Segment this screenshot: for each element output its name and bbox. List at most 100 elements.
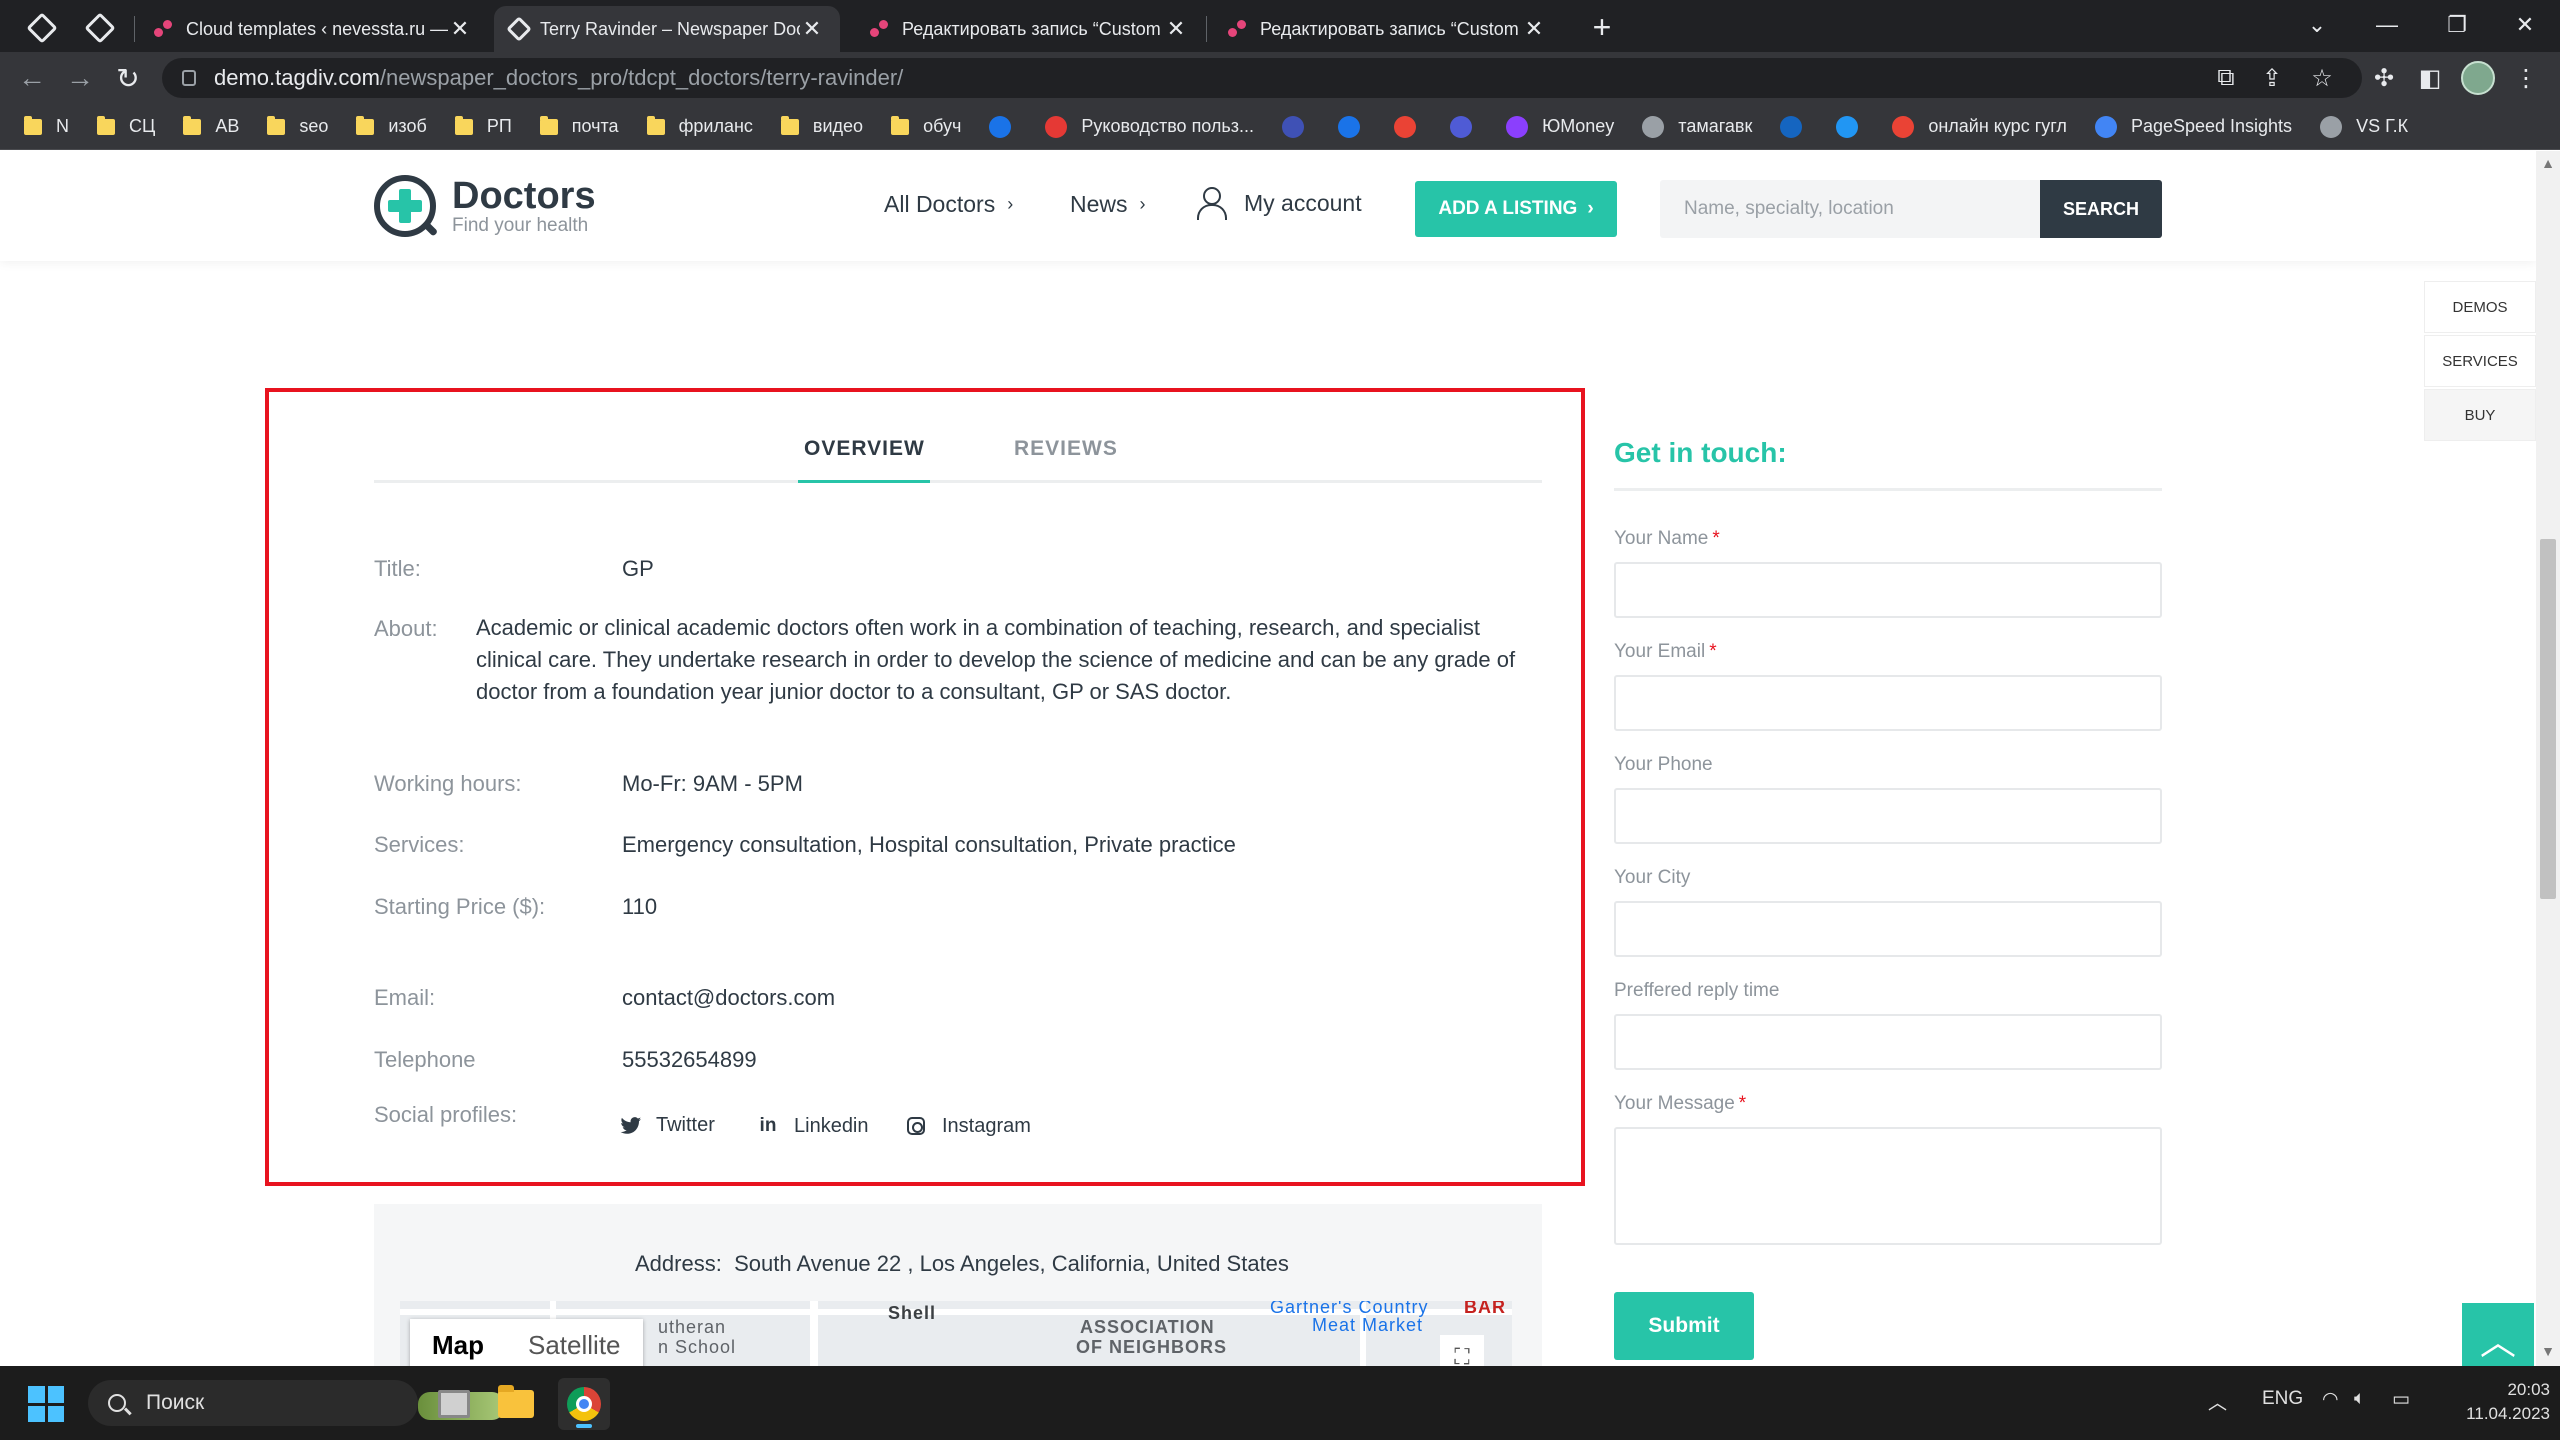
- add-listing-button[interactable]: ADD A LISTING ›: [1415, 181, 1617, 237]
- new-tab-button[interactable]: +: [1582, 8, 1622, 48]
- search-input[interactable]: [1660, 180, 2040, 238]
- tab-close-icon[interactable]: ✕: [1522, 16, 1546, 42]
- tab-close-icon[interactable]: ✕: [800, 16, 824, 42]
- city-field[interactable]: [1614, 901, 2162, 957]
- wifi-icon[interactable]: ◠: [2322, 1388, 2339, 1411]
- profile-avatar[interactable]: [2458, 60, 2498, 96]
- browser-tab-1[interactable]: Cloud templates ‹ nevessta.ru — ✕: [136, 6, 488, 52]
- site-logo[interactable]: Doctors Find your health: [374, 175, 596, 237]
- bookmark-item[interactable]: [1338, 115, 1374, 138]
- restore-icon[interactable]: ❐: [2422, 0, 2492, 50]
- map-fullscreen-icon[interactable]: ⛶: [1440, 1335, 1484, 1366]
- bookmark-item[interactable]: [1836, 115, 1872, 138]
- bookmark-item[interactable]: PageSpeed Insights: [2094, 115, 2292, 138]
- address-bar[interactable]: demo.tagdiv.com/newspaper_doctors_pro/td…: [162, 58, 2362, 98]
- reply-time-field[interactable]: [1614, 1014, 2162, 1070]
- browser-tab-2[interactable]: Terry Ravinder – Newspaper Doct ✕: [494, 6, 840, 52]
- bookmark-item[interactable]: видео: [780, 115, 863, 137]
- map-view-button[interactable]: Map: [410, 1319, 506, 1366]
- windows-start-icon[interactable]: [28, 1386, 64, 1422]
- phone-field-label: Your Phone: [1614, 754, 1713, 775]
- share-icon[interactable]: ⇪: [2254, 60, 2290, 96]
- back-to-top-icon[interactable]: ︿: [2462, 1303, 2534, 1366]
- price-label: Starting Price ($):: [374, 894, 546, 919]
- menu-kebab-icon[interactable]: ⋮: [2506, 60, 2546, 96]
- close-window-icon[interactable]: ✕: [2490, 0, 2560, 50]
- system-clock[interactable]: 20:03 11.04.2023: [2440, 1378, 2550, 1426]
- bookmark-item[interactable]: фриланс: [646, 115, 753, 137]
- page-scrollbar[interactable]: ▲ ▼: [2536, 151, 2560, 1366]
- tab-reviews[interactable]: REVIEWS: [1014, 437, 1118, 461]
- name-field[interactable]: [1614, 562, 2162, 618]
- services-value: Emergency consultation, Hospital consult…: [622, 832, 1236, 857]
- email-field[interactable]: [1614, 675, 2162, 731]
- pinned-tab-1[interactable]: [14, 8, 70, 48]
- chrome-taskbar-button[interactable]: [558, 1378, 610, 1430]
- nav-label: News: [1070, 191, 1128, 217]
- bookmark-item[interactable]: VS Г.К: [2320, 115, 2408, 138]
- extensions-icon[interactable]: ✣: [2364, 60, 2404, 96]
- bookmark-item[interactable]: Руководство польз...: [1045, 115, 1254, 138]
- side-panel-icon[interactable]: ◧: [2410, 60, 2450, 96]
- browser-tab-3[interactable]: Редактировать запись “Custom ✕: [852, 6, 1204, 52]
- tab-close-icon[interactable]: ✕: [1164, 16, 1188, 42]
- forward-arrow-icon[interactable]: →: [60, 60, 100, 96]
- tab-search-icon[interactable]: ⌄: [2282, 0, 2352, 50]
- search-button[interactable]: SEARCH: [2040, 180, 2162, 238]
- site-favicon-icon: [1642, 115, 1665, 138]
- bookmark-item[interactable]: АВ: [183, 115, 239, 137]
- bookmark-item[interactable]: [989, 115, 1025, 138]
- pinned-tab-2[interactable]: [72, 8, 128, 48]
- avatar: [2461, 61, 2495, 95]
- bookmark-item[interactable]: РП: [454, 115, 512, 137]
- satellite-view-button[interactable]: Satellite: [506, 1319, 643, 1366]
- tray-chevron-up-icon[interactable]: ︿: [2208, 1388, 2227, 1415]
- bookmark-item[interactable]: seo: [267, 115, 328, 137]
- file-explorer-button[interactable]: [490, 1378, 542, 1430]
- taskbar-search[interactable]: Поиск: [88, 1380, 504, 1426]
- folder-icon: [780, 115, 799, 135]
- bookmark-item[interactable]: онлайн курс гугл: [1892, 115, 2067, 138]
- social-linkedin-link[interactable]: in Linkedin: [756, 1114, 869, 1138]
- taskbar-search-label: Поиск: [146, 1391, 205, 1414]
- scroll-down-icon[interactable]: ▼: [2536, 1343, 2560, 1363]
- bookmark-item[interactable]: [1282, 115, 1318, 138]
- scroll-thumb[interactable]: [2540, 539, 2556, 899]
- battery-icon[interactable]: ▭: [2392, 1388, 2410, 1411]
- nav-news[interactable]: News ›: [1070, 191, 1146, 218]
- side-buy-button[interactable]: BUY: [2424, 389, 2536, 441]
- side-services-button[interactable]: SERVICES: [2424, 335, 2536, 387]
- bookmark-item[interactable]: [1450, 115, 1486, 138]
- bookmark-item[interactable]: изоб: [356, 115, 427, 137]
- minimize-icon[interactable]: —: [2352, 0, 2422, 50]
- bookmark-item[interactable]: [1780, 115, 1816, 138]
- bookmark-item[interactable]: обуч: [891, 115, 961, 137]
- language-indicator[interactable]: ENG: [2262, 1388, 2303, 1410]
- social-twitter-link[interactable]: Twitter: [620, 1114, 715, 1137]
- email-value[interactable]: contact@doctors.com: [622, 985, 835, 1011]
- bookmark-item[interactable]: тамагавк: [1642, 115, 1752, 138]
- volume-icon[interactable]: 🔈︎: [2354, 1388, 2365, 1410]
- task-view-button[interactable]: [428, 1378, 480, 1430]
- phone-field[interactable]: [1614, 788, 2162, 844]
- social-instagram-link[interactable]: Instagram: [904, 1114, 1031, 1138]
- bookmark-star-icon[interactable]: ☆: [2304, 60, 2340, 96]
- nav-all-doctors[interactable]: All Doctors ›: [884, 191, 1013, 218]
- translate-icon[interactable]: ⧉: [2208, 60, 2244, 96]
- scroll-up-icon[interactable]: ▲: [2536, 155, 2560, 175]
- message-field[interactable]: [1614, 1127, 2162, 1245]
- submit-button[interactable]: Submit: [1614, 1292, 1754, 1360]
- bookmark-item[interactable]: N: [24, 115, 69, 137]
- bookmark-item[interactable]: СЦ: [97, 115, 155, 137]
- tab-close-icon[interactable]: ✕: [448, 16, 472, 42]
- back-arrow-icon[interactable]: ←: [12, 60, 52, 96]
- side-demos-button[interactable]: DEMOS: [2424, 281, 2536, 333]
- bookmark-item[interactable]: почта: [539, 115, 619, 137]
- reload-icon[interactable]: ↻: [108, 60, 148, 96]
- nav-my-account[interactable]: My account: [1196, 187, 1362, 220]
- bookmark-item[interactable]: [1394, 115, 1430, 138]
- browser-tab-4[interactable]: Редактировать запись “Custom ✕: [1210, 6, 1562, 52]
- tab-overview[interactable]: OVERVIEW: [804, 437, 925, 461]
- phone-value[interactable]: 55532654899: [622, 1047, 757, 1073]
- bookmark-item[interactable]: ЮMoney: [1506, 115, 1614, 138]
